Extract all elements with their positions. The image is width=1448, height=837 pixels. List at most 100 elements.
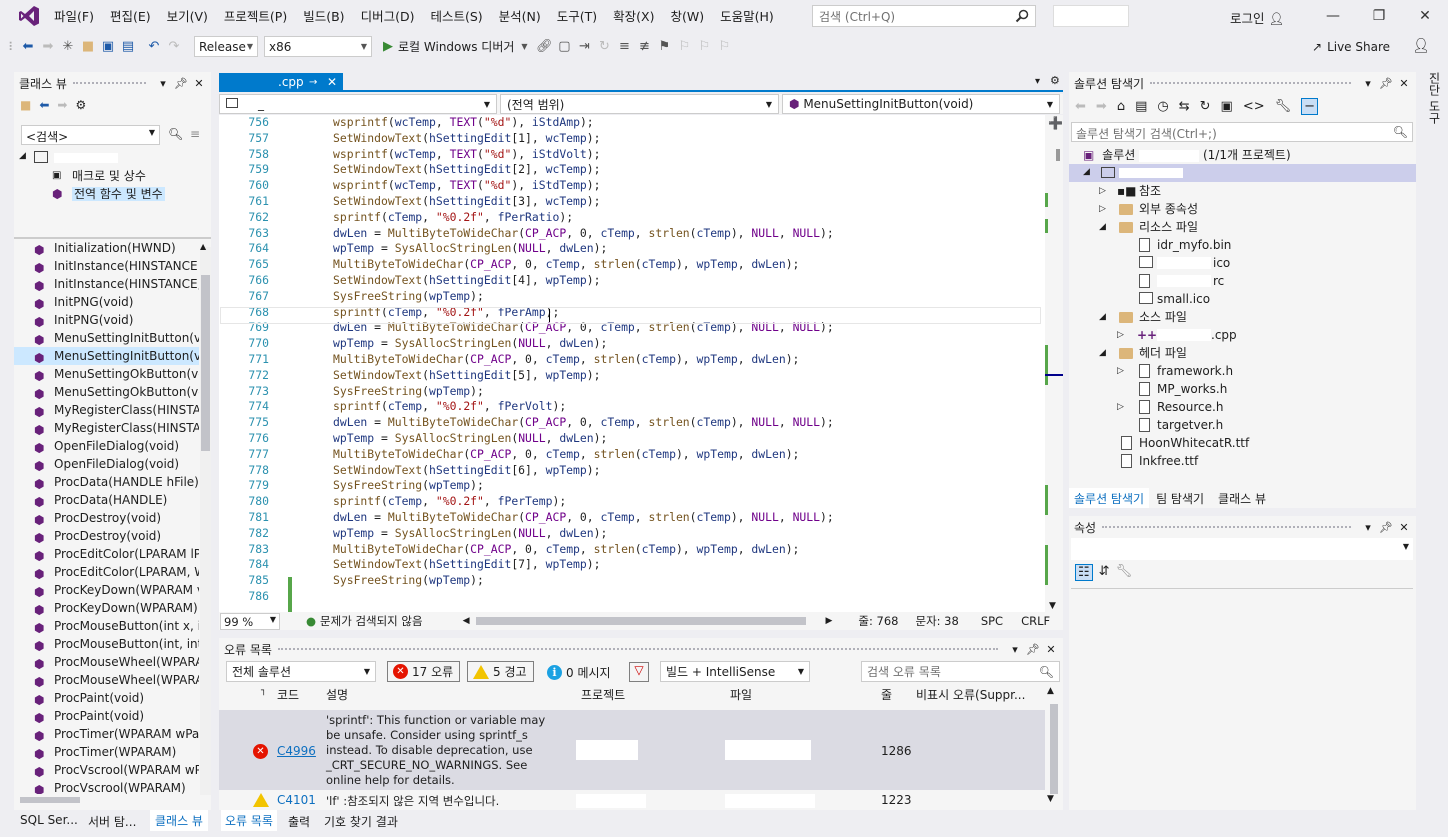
- menu-build[interactable]: 빌드(B): [295, 0, 352, 33]
- member-item[interactable]: ⬢ ProcData(HANDLE hFile): [14, 473, 199, 491]
- member-item[interactable]: ⬢ ProcEditColor(LPARAM lPa: [14, 545, 199, 563]
- undo-icon[interactable]: ↶: [144, 37, 164, 57]
- scroll-down-icon[interactable]: ▼: [1049, 601, 1056, 611]
- preview-icon[interactable]: −: [1301, 98, 1319, 115]
- pin-icon[interactable]: 📌︎: [1379, 521, 1393, 534]
- run-debugger-button[interactable]: 로컬 Windows 디버거: [398, 38, 514, 55]
- member-item[interactable]: ⬢ MenuSettingInitButton(vo: [14, 329, 199, 347]
- code-line[interactable]: 771 MultiByteToWideChar(CP_ACP, 0, cTemp,…: [219, 352, 1045, 368]
- errors-filter-button[interactable]: ✕ 17 오류: [387, 661, 460, 682]
- member-item[interactable]: ⬢ ProcMouseButton(int x, in: [14, 617, 199, 635]
- code-line[interactable]: 777 MultiByteToWideChar(CP_ACP, 0, cTemp,…: [219, 447, 1045, 463]
- file-ico[interactable]: ico: [1139, 254, 1279, 272]
- sync-icon[interactable]: ⇆: [1179, 99, 1190, 114]
- tab-sql-server[interactable]: SQL Ser...: [20, 813, 78, 827]
- forward-icon[interactable]: ➡: [38, 37, 58, 57]
- hscroll-thumb[interactable]: [475, 617, 806, 625]
- code-line[interactable]: 758 wsprintf(wcTemp, TEXT("%d"), iStdVolt…: [219, 147, 1045, 163]
- member-item[interactable]: ⬢ ProcTimer(WPARAM): [14, 743, 199, 761]
- warning-code-link[interactable]: C4101: [277, 793, 316, 807]
- sort-icon[interactable]: ┐: [261, 686, 266, 696]
- config-dropdown[interactable]: Release ▼: [194, 36, 258, 57]
- close-icon[interactable]: ✕: [1397, 521, 1411, 534]
- bookmark-icon[interactable]: ⚑: [654, 37, 674, 57]
- col-line[interactable]: 줄: [881, 686, 892, 703]
- search-icon[interactable]: 🔍︎: [168, 127, 183, 141]
- col-description[interactable]: 설명: [326, 686, 348, 703]
- gear-icon[interactable]: ⚙: [75, 98, 86, 112]
- chevron-down-icon[interactable]: ▾: [1008, 643, 1022, 656]
- close-icon[interactable]: ✕: [327, 73, 337, 92]
- switch-views-icon[interactable]: ▤: [1135, 99, 1147, 114]
- scroll-thumb[interactable]: [1056, 149, 1060, 161]
- forward-icon[interactable]: ➡: [1096, 99, 1107, 114]
- code-line[interactable]: 778 SetWindowText(hSettingEdit[6], wpTemp…: [219, 463, 1045, 479]
- login-link[interactable]: 로그인 👤︎: [1230, 8, 1284, 27]
- menu-test[interactable]: 테스트(S): [422, 0, 490, 33]
- scroll-down-icon[interactable]: ▼: [1047, 794, 1054, 804]
- project-node[interactable]: ◢: [14, 149, 211, 167]
- chevron-down-icon[interactable]: ▾: [1361, 77, 1375, 90]
- pin-icon[interactable]: 📌︎: [174, 77, 188, 90]
- list-icon[interactable]: ≡: [190, 127, 200, 141]
- menu-project[interactable]: 프로젝트(P): [216, 0, 295, 33]
- member-item[interactable]: ⬢ ProcKeyDown(WPARAM v: [14, 581, 199, 599]
- code-line[interactable]: 775 dwLen = MultiByteToWideChar(CP_ACP, 0…: [219, 415, 1045, 431]
- col-indicator[interactable]: 문자: 38: [915, 613, 958, 629]
- member-item[interactable]: ⬢ ProcData(HANDLE): [14, 491, 199, 509]
- file-resource-h[interactable]: ▷ Resource.h: [1117, 398, 1267, 416]
- tab-find-symbol[interactable]: 기호 찾기 결과: [324, 813, 398, 830]
- code-line[interactable]: 773 SysFreeString(wpTemp);: [219, 384, 1045, 400]
- chevron-down-icon[interactable]: ▼: [514, 37, 534, 57]
- gear-icon[interactable]: ⚙: [1050, 74, 1060, 87]
- member-item[interactable]: ⬢ Initialization(HWND): [14, 239, 199, 257]
- chevron-down-icon[interactable]: ▾: [156, 77, 170, 90]
- code-line[interactable]: 765 MultiByteToWideChar(CP_ACP, 0, cTemp,…: [219, 257, 1045, 273]
- class-search-input[interactable]: <검색> ▼: [21, 125, 160, 145]
- menu-extensions[interactable]: 확장(X): [605, 0, 662, 33]
- home-icon[interactable]: ⌂: [1117, 99, 1125, 114]
- open-folder-icon[interactable]: ■: [78, 37, 98, 57]
- member-item[interactable]: ⬢ ProcVscrool(WPARAM): [14, 779, 199, 794]
- platform-dropdown[interactable]: x86 ▼: [264, 36, 372, 57]
- chevron-down-icon[interactable]: ▾: [1361, 521, 1375, 534]
- browser-icon[interactable]: ▢: [554, 37, 574, 57]
- table-row[interactable]: ✕ C4996 'sprintf': This function or vari…: [219, 710, 1045, 790]
- pin-icon[interactable]: →: [309, 73, 317, 92]
- scope-dropdown[interactable]: (전역 범위) ▼: [500, 94, 779, 114]
- member-item[interactable]: ⬢ OpenFileDialog(void): [14, 437, 199, 455]
- code-line[interactable]: 770 wpTemp = SysAllocStringLen(NULL, dwLe…: [219, 336, 1045, 352]
- member-item[interactable]: ⬢ ProcDestroy(void): [14, 509, 199, 527]
- member-item[interactable]: ⬢ ProcMouseButton(int, int): [14, 635, 199, 653]
- member-item[interactable]: ⬢ InitPNG(void): [14, 293, 199, 311]
- pin-icon[interactable]: 📌︎: [1026, 643, 1040, 656]
- project-dropdown[interactable]: _ ▼: [219, 94, 497, 114]
- menu-debug[interactable]: 디버그(D): [353, 0, 423, 33]
- close-icon[interactable]: ✕: [1397, 77, 1411, 90]
- minimize-button[interactable]: —: [1322, 6, 1344, 26]
- code-line[interactable]: 766 SetWindowText(hSettingEdit[4], wpTemp…: [219, 273, 1045, 289]
- close-icon[interactable]: ✕: [192, 77, 206, 90]
- filter-icon[interactable]: ▽: [629, 662, 649, 682]
- macros-node[interactable]: ▣ 매크로 및 상수: [14, 167, 211, 185]
- source-dropdown[interactable]: 빌드 + IntelliSense ▼: [660, 661, 810, 682]
- alphabetical-icon[interactable]: ⇵: [1099, 564, 1110, 581]
- code-editor[interactable]: 756 wsprintf(wcTemp, TEXT("%d"), iStdAmp)…: [219, 115, 1045, 612]
- file-rc[interactable]: rc: [1139, 272, 1279, 290]
- member-item[interactable]: ⬢ ProcKeyDown(WPARAM): [14, 599, 199, 617]
- member-item[interactable]: ⬢ ProcVscrool(WPARAM wP: [14, 761, 199, 779]
- prev-bookmark-icon[interactable]: ⚐: [674, 37, 694, 57]
- back-icon[interactable]: ⬅: [1075, 99, 1086, 114]
- menu-tools[interactable]: 도구(T): [549, 0, 605, 33]
- scroll-thumb[interactable]: [1050, 704, 1058, 794]
- code-line[interactable]: 782 wpTemp = SysAllocStringLen(NULL, dwLe…: [219, 526, 1045, 542]
- object-selector[interactable]: ▼: [1071, 538, 1413, 560]
- member-item[interactable]: ⬢ ProcDestroy(void): [14, 527, 199, 545]
- code-line[interactable]: 781 dwLen = MultiByteToWideChar(CP_ACP, 0…: [219, 510, 1045, 526]
- menu-window[interactable]: 창(W): [662, 0, 712, 33]
- scroll-left-icon[interactable]: ◀: [463, 616, 470, 626]
- col-suppression[interactable]: 비표시 오류(Suppr...: [916, 686, 1025, 703]
- member-item[interactable]: ⬢ ProcPaint(void): [14, 707, 199, 725]
- globals-node[interactable]: ⬢ 전역 함수 및 변수: [14, 185, 211, 203]
- tab-server-explorer[interactable]: 서버 탐...: [88, 813, 136, 830]
